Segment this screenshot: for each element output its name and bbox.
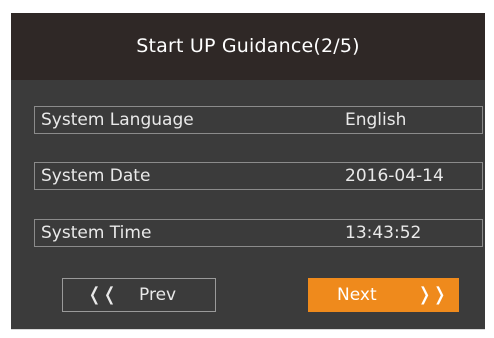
prev-button[interactable]: ❬❬ Prev: [62, 278, 216, 312]
double-chevron-right-icon: ❭❭: [417, 284, 448, 305]
double-chevron-left-icon: ❬❬: [87, 284, 118, 305]
system-date-label: System Date: [41, 166, 151, 186]
system-language-value[interactable]: English: [345, 107, 406, 133]
system-time-value[interactable]: 13:43:52: [345, 220, 421, 246]
prev-button-label: Prev: [139, 285, 177, 305]
dialog-title: Start UP Guidance(2/5): [11, 13, 485, 80]
system-date-value[interactable]: 2016-04-14: [345, 163, 444, 189]
system-language-label: System Language: [41, 110, 194, 130]
guidance-dialog: Start UP Guidance(2/5) System Language E…: [11, 13, 485, 330]
next-button[interactable]: Next ❭❭: [308, 278, 459, 312]
system-time-label: System Time: [41, 223, 152, 243]
system-language-field[interactable]: System Language English: [34, 106, 483, 134]
system-time-field[interactable]: System Time 13:43:52: [34, 219, 483, 247]
system-date-field[interactable]: System Date 2016-04-14: [34, 162, 483, 190]
next-button-label: Next: [337, 285, 377, 305]
